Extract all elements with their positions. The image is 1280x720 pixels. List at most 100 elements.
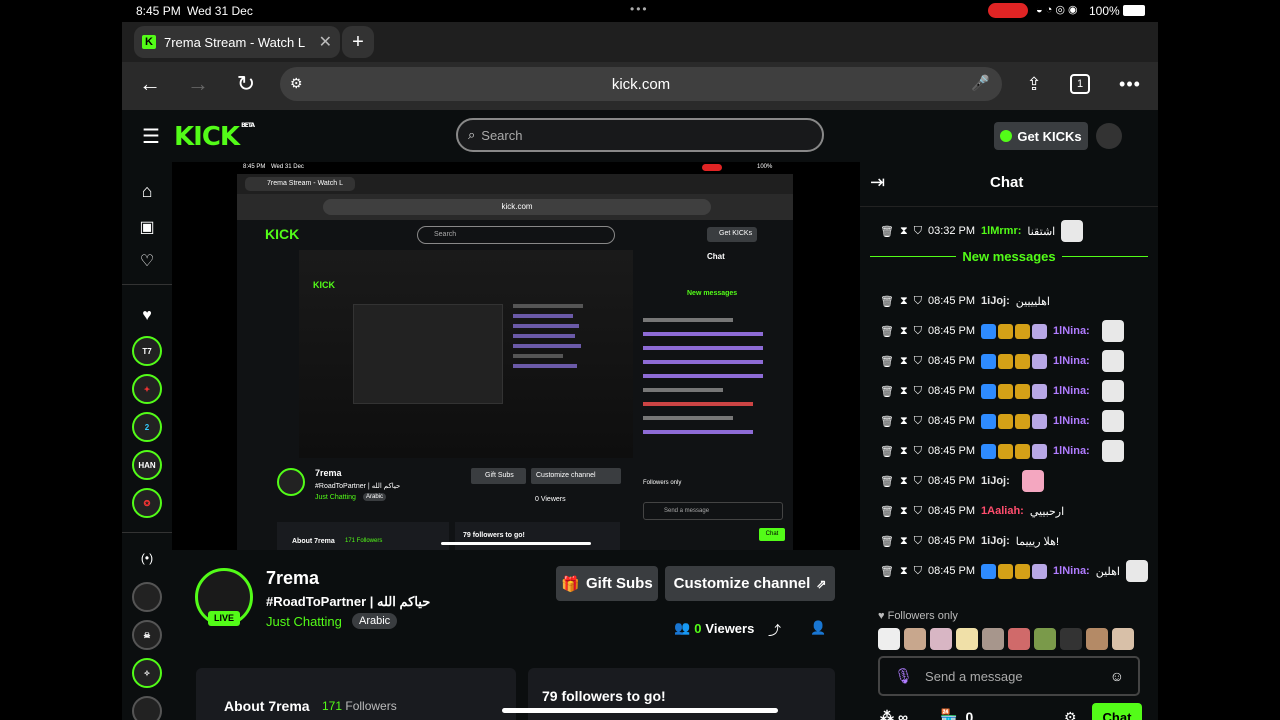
delete-icon[interactable]: 🗑 bbox=[880, 565, 894, 578]
ban-shield-icon[interactable]: ⛉ bbox=[914, 225, 922, 238]
emote-icon[interactable] bbox=[930, 628, 952, 650]
delete-icon[interactable]: 🗑 bbox=[880, 295, 894, 308]
gift-subs-button[interactable]: 🎁 Gift Subs bbox=[556, 566, 658, 601]
forward-icon[interactable]: → bbox=[186, 71, 210, 96]
tab-count[interactable]: 1 bbox=[1070, 74, 1090, 94]
new-tab-button[interactable]: + bbox=[342, 26, 374, 58]
send-chat-button[interactable]: Chat bbox=[1092, 703, 1142, 720]
customize-channel-button[interactable]: Customize channel ⇗ bbox=[665, 566, 835, 601]
delete-icon[interactable]: 🗑 bbox=[880, 225, 894, 238]
ban-shield-icon[interactable]: ⛉ bbox=[914, 355, 922, 368]
site-settings-icon[interactable]: ⚙ bbox=[290, 75, 303, 92]
ban-shield-icon[interactable]: ⛉ bbox=[914, 445, 922, 458]
message-username[interactable]: 1lNina: bbox=[1053, 325, 1090, 337]
delete-icon[interactable]: 🗑 bbox=[880, 535, 894, 548]
ban-shield-icon[interactable]: ⛉ bbox=[914, 385, 922, 398]
message-username[interactable]: 1lNina: bbox=[1053, 565, 1090, 577]
followed-channel-avatar[interactable]: 2 bbox=[132, 412, 162, 442]
message-username[interactable]: 1lNina: bbox=[1053, 355, 1090, 367]
delete-icon[interactable]: 🗑 bbox=[880, 325, 894, 338]
emote-icon[interactable] bbox=[1060, 628, 1082, 650]
delete-icon[interactable]: 🗑 bbox=[880, 445, 894, 458]
followed-channel-avatar[interactable]: T7 bbox=[132, 336, 162, 366]
emote-icon[interactable] bbox=[1086, 628, 1108, 650]
ban-shield-icon[interactable]: ⛉ bbox=[914, 415, 922, 428]
store-points[interactable]: 🏪 0 bbox=[940, 708, 973, 720]
emote-icon[interactable] bbox=[878, 628, 900, 650]
emote-icon[interactable] bbox=[1034, 628, 1056, 650]
message-username[interactable]: 1iJoj: bbox=[981, 295, 1010, 307]
recommended-channel-avatar[interactable]: ☠ bbox=[132, 620, 162, 650]
emote-icon[interactable] bbox=[982, 628, 1004, 650]
recommended-channel-avatar[interactable]: ✧ bbox=[132, 658, 162, 688]
ban-shield-icon[interactable]: ⛉ bbox=[914, 535, 922, 548]
message-username[interactable]: 1lMrmr: bbox=[981, 225, 1021, 237]
delete-icon[interactable]: 🗑 bbox=[880, 355, 894, 368]
ban-shield-icon[interactable]: ⛉ bbox=[914, 325, 922, 338]
chat-settings-icon[interactable]: ⚙ bbox=[1064, 709, 1077, 720]
emote-icon[interactable] bbox=[956, 628, 978, 650]
kick-points[interactable]: ⁂ ∞ bbox=[880, 708, 908, 720]
timeout-icon[interactable]: ⧗ bbox=[900, 225, 908, 238]
language-tag[interactable]: Arabic bbox=[352, 613, 398, 629]
more-menu-icon[interactable]: ••• bbox=[1118, 72, 1142, 96]
search-input[interactable]: ⌕ Search bbox=[456, 118, 824, 152]
timeout-icon[interactable]: ⧗ bbox=[900, 475, 908, 488]
timeout-icon[interactable]: ⧗ bbox=[900, 355, 908, 368]
video-player[interactable]: 8:45 PM Wed 31 Dec 100% 7rema Stream - W… bbox=[172, 162, 860, 550]
get-kicks-button[interactable]: Get KICKs bbox=[994, 122, 1088, 150]
timeout-icon[interactable]: ⧗ bbox=[900, 325, 908, 338]
recommended-channel-avatar[interactable] bbox=[132, 696, 162, 720]
ban-shield-icon[interactable]: ⛉ bbox=[914, 475, 922, 488]
message-username[interactable]: 1lNina: bbox=[1053, 445, 1090, 457]
followed-channel-avatar[interactable]: ✦ bbox=[132, 374, 162, 404]
microphone-icon[interactable]: 🎤 bbox=[971, 74, 990, 92]
timeout-icon[interactable]: ⧗ bbox=[900, 415, 908, 428]
home-icon[interactable]: ⌂ bbox=[136, 180, 158, 202]
ban-shield-icon[interactable]: ⛉ bbox=[914, 565, 922, 578]
message-username[interactable]: 1iJoj: bbox=[981, 535, 1010, 547]
ban-shield-icon[interactable]: ⛉ bbox=[914, 505, 922, 518]
timeout-icon[interactable]: ⧗ bbox=[900, 445, 908, 458]
category-link[interactable]: Just Chatting bbox=[266, 614, 342, 629]
recommended-channel-avatar[interactable] bbox=[132, 582, 162, 612]
message-username[interactable]: 1lNina: bbox=[1053, 385, 1090, 397]
followed-channel-avatar[interactable]: HAN bbox=[132, 450, 162, 480]
chat-message-input[interactable]: 🎙 Send a message ☺ bbox=[878, 656, 1140, 696]
timeout-icon[interactable]: ⧗ bbox=[900, 505, 908, 518]
reload-icon[interactable]: ↻ bbox=[234, 71, 258, 96]
emote-icon[interactable] bbox=[1112, 628, 1134, 650]
emote-icon[interactable] bbox=[904, 628, 926, 650]
kick-logo[interactable]: KICK BETA bbox=[174, 122, 255, 152]
emoji-picker-icon[interactable]: ☺ bbox=[1110, 668, 1124, 684]
follow-user-icon[interactable]: 👤 bbox=[810, 620, 826, 636]
message-username[interactable]: 1Aaliah: bbox=[981, 505, 1024, 517]
collapse-chat-icon[interactable]: ⇥ bbox=[870, 172, 885, 193]
badge-icon bbox=[1032, 563, 1048, 579]
share-icon[interactable]: ⤴ bbox=[768, 620, 781, 639]
following-icon[interactable]: ♡ bbox=[136, 250, 158, 272]
timeout-icon[interactable]: ⧗ bbox=[900, 295, 908, 308]
browser-tab[interactable]: K 7rema Stream - Watch L ✕ bbox=[134, 26, 340, 58]
browse-icon[interactable]: ▣ bbox=[136, 216, 158, 238]
microphone-icon[interactable]: 🎙 bbox=[894, 667, 913, 685]
channel-name[interactable]: 7rema bbox=[266, 568, 319, 589]
timeout-icon[interactable]: ⧗ bbox=[900, 535, 908, 548]
share-icon[interactable]: ⇪ bbox=[1022, 72, 1046, 96]
delete-icon[interactable]: 🗑 bbox=[880, 415, 894, 428]
hamburger-menu-icon[interactable]: ☰ bbox=[142, 124, 160, 149]
timeout-icon[interactable]: ⧗ bbox=[900, 565, 908, 578]
message-username[interactable]: 1iJoj: bbox=[981, 475, 1010, 487]
emote-icon[interactable] bbox=[1008, 628, 1030, 650]
delete-icon[interactable]: 🗑 bbox=[880, 505, 894, 518]
message-username[interactable]: 1lNina: bbox=[1053, 415, 1090, 427]
url-field[interactable]: ⚙ kick.com 🎤 bbox=[280, 67, 1002, 101]
ban-shield-icon[interactable]: ⛉ bbox=[914, 295, 922, 308]
followed-channel-avatar[interactable]: ✪ bbox=[132, 488, 162, 518]
delete-icon[interactable]: 🗑 bbox=[880, 475, 894, 488]
timeout-icon[interactable]: ⧗ bbox=[900, 385, 908, 398]
close-tab-icon[interactable]: ✕ bbox=[319, 32, 332, 52]
delete-icon[interactable]: 🗑 bbox=[880, 385, 894, 398]
back-icon[interactable]: ← bbox=[138, 71, 162, 96]
user-avatar[interactable] bbox=[1096, 123, 1122, 149]
